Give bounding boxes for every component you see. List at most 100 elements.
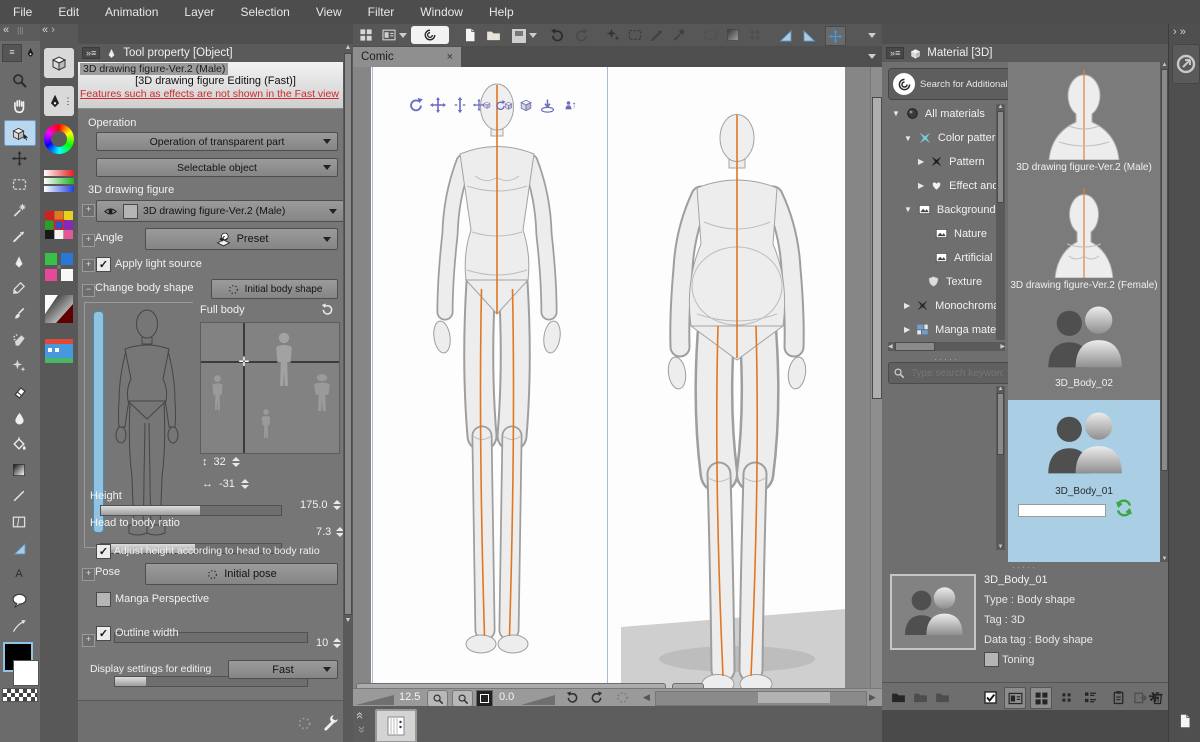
initial-body-shape-button[interactable]: Initial body shape [211, 279, 338, 299]
tree-item-artificial[interactable]: Artificial [934, 250, 993, 265]
color-slider-palette-icon[interactable] [44, 170, 74, 194]
material-label-body02[interactable]: 3D_Body_02 [1008, 378, 1160, 389]
tag-vscrollbar[interactable]: ▲▼ [996, 386, 1005, 550]
material-search-additional-button[interactable]: Search for Additional [888, 68, 1014, 100]
page-thumbnail-button[interactable] [375, 709, 417, 742]
outline-spinner[interactable] [333, 638, 341, 648]
object-rotate-icon[interactable] [493, 94, 514, 116]
ruler-tool[interactable] [4, 536, 34, 560]
vertical-shape-spinner[interactable] [232, 457, 240, 467]
object-stand-icon[interactable]: ↑ [559, 94, 580, 116]
select-mode-icon[interactable] [980, 687, 1000, 707]
apply-light-checkbox[interactable]: ✓ [96, 257, 111, 272]
tree-item-nature[interactable]: Nature [934, 226, 987, 241]
scatter-dots-icon[interactable] [605, 27, 621, 43]
rotate-left-icon[interactable] [565, 690, 580, 705]
new-material-page-icon[interactable] [1176, 712, 1194, 730]
hscroll-left-arrow[interactable]: ◀ [643, 692, 650, 703]
timeline-palette-icon[interactable] [44, 336, 74, 366]
undo-icon[interactable] [549, 27, 566, 44]
approximate-color-palette-icon[interactable] [44, 294, 74, 324]
tree-item-monochromatic[interactable]: ▶Monochromat [904, 298, 1002, 313]
snap-grid-icon[interactable] [825, 26, 846, 46]
brush-tool[interactable] [4, 302, 34, 326]
subtool-palette-icon[interactable] [44, 48, 74, 78]
panel-menu-icon[interactable]: »≡ [886, 47, 904, 59]
material-item-selected[interactable]: 3D_Body_01 [1008, 400, 1160, 562]
canvas-tab[interactable]: Comic × [353, 47, 461, 67]
grid-small-view-icon[interactable] [1056, 687, 1076, 707]
body-shape-pad[interactable]: ✛ [200, 322, 340, 454]
rotation-slider-wedge[interactable] [521, 695, 555, 705]
decoration-tool[interactable] [4, 354, 34, 378]
panel-menu-icon[interactable]: »≡ [82, 47, 100, 59]
quick-search-button[interactable] [1172, 44, 1200, 84]
expand-pose-icon[interactable]: + [82, 568, 95, 581]
menu-selection[interactable]: Selection [227, 5, 302, 19]
frame-border-tool[interactable] [4, 510, 34, 534]
object-tool[interactable] [4, 120, 36, 146]
open-file-icon[interactable] [485, 27, 502, 44]
menu-window[interactable]: Window [407, 5, 476, 19]
camera-pan-icon[interactable] [427, 94, 448, 116]
redo-icon[interactable] [573, 27, 590, 44]
list-view-icon[interactable] [1080, 687, 1100, 707]
intermediate-color-palette-icon[interactable] [44, 252, 74, 282]
pen-tool[interactable] [4, 250, 34, 274]
hscroll-thumb[interactable] [758, 692, 830, 703]
material-thumb-male[interactable] [1029, 64, 1139, 160]
eyedropper-tool[interactable] [4, 224, 34, 248]
page-down-icon[interactable]: « [353, 726, 368, 733]
outline-width-checkbox[interactable]: ✓ [96, 626, 111, 641]
move-material-icon[interactable] [932, 687, 952, 707]
material-thumb-female[interactable] [1029, 182, 1139, 278]
height-spinner[interactable] [333, 500, 341, 510]
tree-item-texture[interactable]: Texture [926, 274, 982, 289]
pad-cursor[interactable]: ✛ [237, 355, 251, 369]
sync-cloud-icon[interactable] [1112, 496, 1136, 520]
canvas-viewport[interactable]: ↑ ‹ › [353, 67, 882, 706]
figure-select-dropdown[interactable]: 3D drawing figure-Ver.2 (Male) [96, 200, 344, 222]
zoom-slider-wedge[interactable] [356, 695, 394, 705]
object-rotate3d-icon[interactable] [515, 94, 536, 116]
snap-ruler-icon[interactable] [777, 27, 794, 44]
fit-screen-button[interactable] [476, 690, 493, 707]
tool-palette-tab-pen[interactable] [22, 44, 38, 60]
scrollbar-thumb[interactable] [344, 53, 352, 615]
material-label-female[interactable]: 3D drawing figure-Ver.2 (Female) [1008, 280, 1160, 291]
tree-item-effect[interactable]: ▶Effect and [918, 178, 999, 193]
expand-light-icon[interactable]: + [82, 259, 95, 272]
collapse-bodyshape-icon[interactable]: − [82, 284, 95, 297]
tree-item-background[interactable]: ▼Background [904, 202, 996, 217]
layer-triangle-icon[interactable] [725, 27, 741, 43]
line-correction-tool[interactable] [4, 614, 34, 638]
command-bar-overflow[interactable] [868, 33, 876, 38]
search-input[interactable] [909, 367, 1005, 380]
canvas-vscroll-thumb[interactable] [872, 97, 882, 399]
layer-dots-icon[interactable] [747, 27, 763, 43]
camera-rotate-icon[interactable] [405, 94, 426, 116]
blend-tool[interactable] [4, 406, 34, 430]
close-icon[interactable]: × [447, 51, 453, 63]
text-tool[interactable]: A [4, 562, 34, 586]
fill-selection-icon[interactable] [649, 27, 665, 43]
tool-palette-header[interactable]: «||| [0, 24, 43, 41]
gradient-tool[interactable] [4, 458, 34, 482]
menu-animation[interactable]: Animation [92, 5, 171, 19]
object-move-plane-icon[interactable] [537, 94, 558, 116]
layer-slash-icon[interactable] [703, 27, 719, 43]
tree-hscrollbar[interactable]: ◀▶ [888, 342, 1005, 351]
selectable-object-dropdown[interactable]: Selectable object [96, 158, 338, 177]
tree-item-color-pattern[interactable]: ▼Color pattern [904, 130, 1002, 146]
save-icon[interactable] [511, 28, 527, 44]
menu-layer[interactable]: Layer [171, 5, 227, 19]
angle-preset-dropdown[interactable]: Preset [145, 228, 338, 250]
transparent-part-dropdown[interactable]: Operation of transparent part [96, 132, 338, 151]
expand-angle-icon[interactable]: + [82, 234, 95, 247]
clip-studio-button[interactable] [411, 26, 449, 44]
menu-edit[interactable]: Edit [45, 5, 92, 19]
color-set-palette-icon[interactable] [44, 210, 74, 240]
new-file-icon[interactable] [461, 26, 479, 44]
camera-zoom-icon[interactable] [449, 94, 470, 116]
expand-figure-icon[interactable]: + [82, 204, 95, 217]
